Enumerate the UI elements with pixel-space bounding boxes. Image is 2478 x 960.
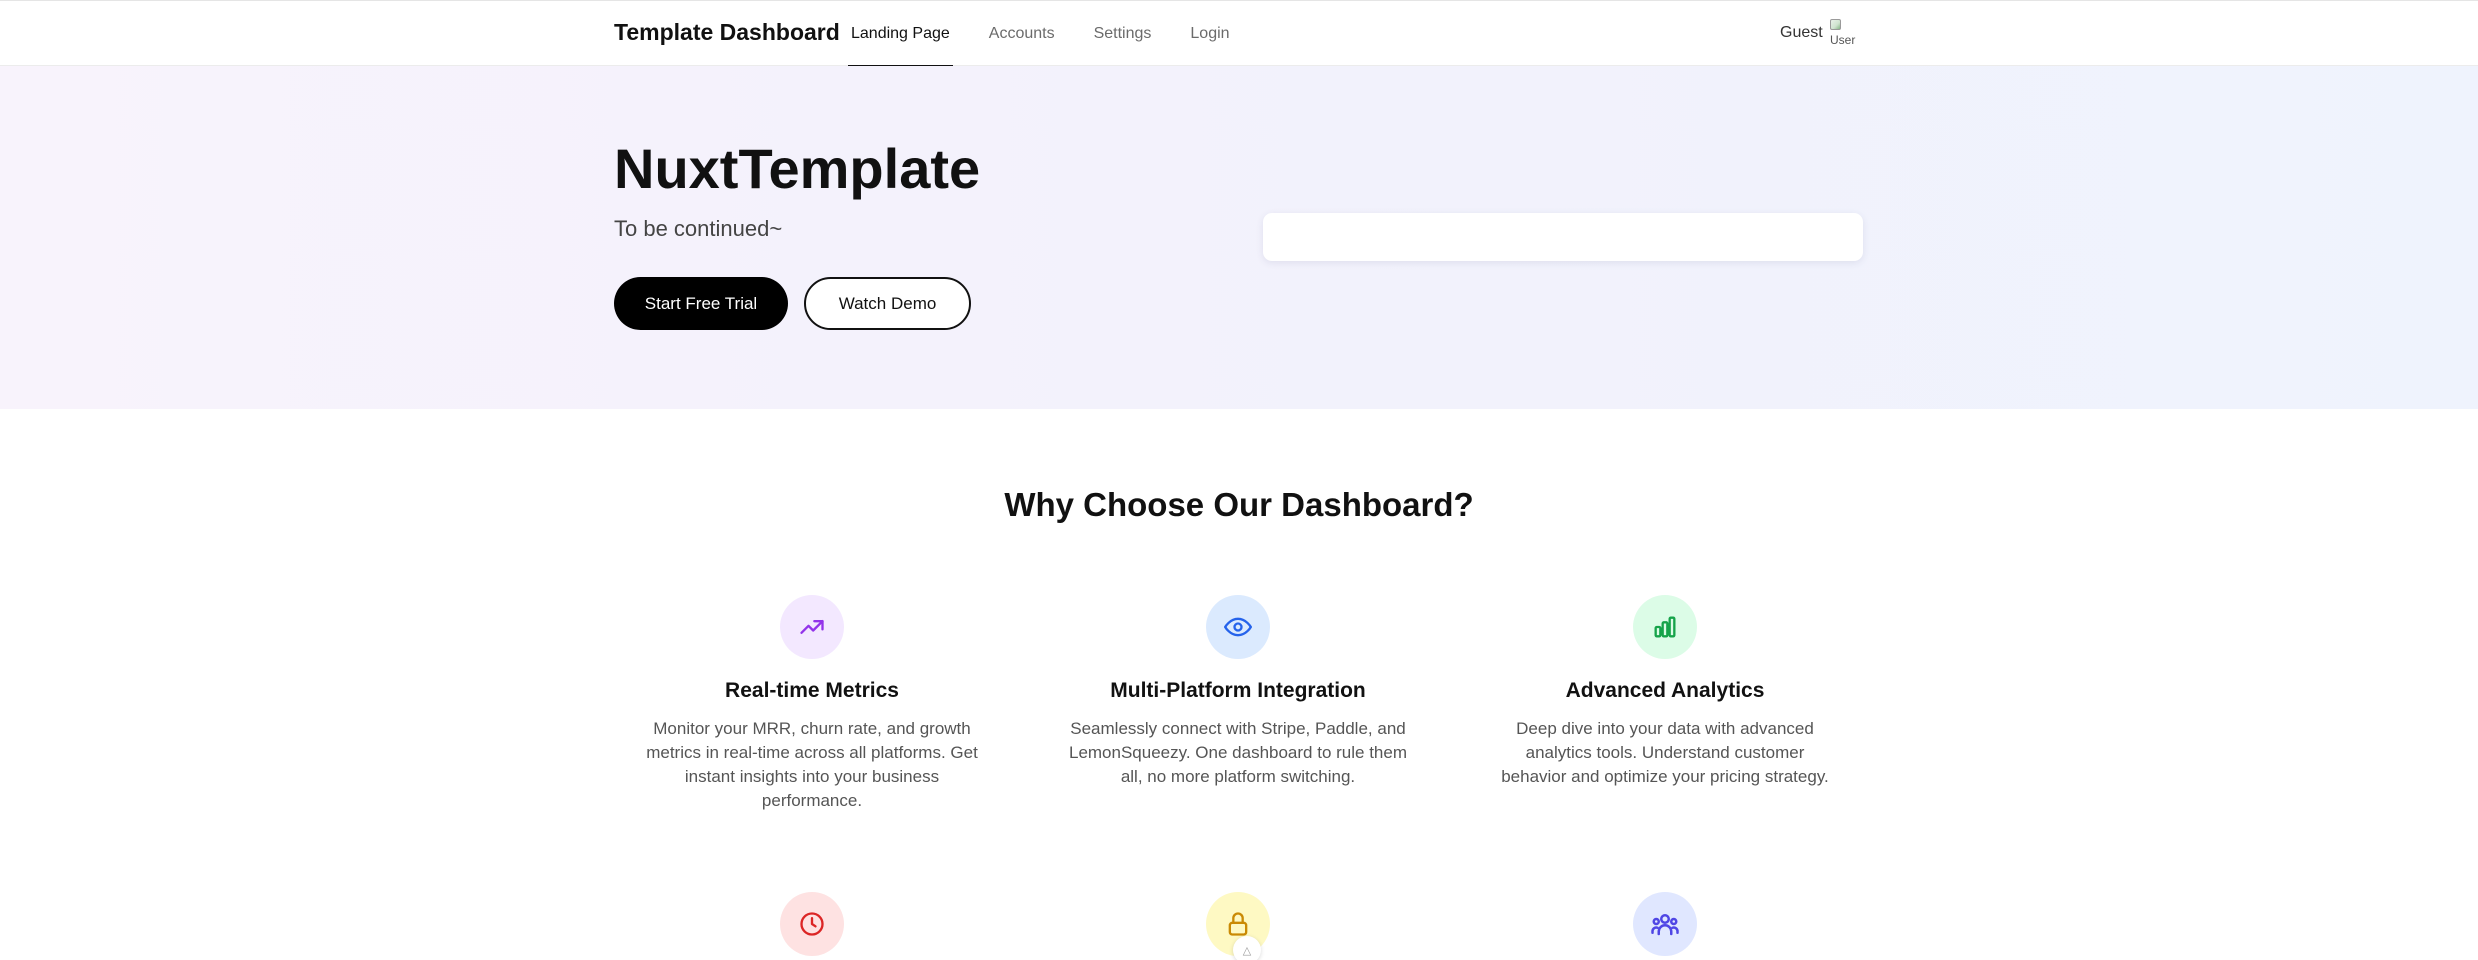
user-name-label: Guest [1780,24,1823,41]
feature-title: Multi-Platform Integration [1110,679,1366,702]
mini-badge-icon[interactable]: △ [1233,936,1261,960]
nav-login[interactable]: Login [1187,1,1232,67]
feature-card-advanced-analytics: Advanced Analytics Deep dive into your d… [1485,595,1845,789]
clock-icon [800,912,824,936]
feature-title: Advanced Analytics [1565,679,1765,702]
features-title: Why Choose Our Dashboard? [1004,486,1474,523]
avatar-alt-text: User [1830,33,1856,47]
feature-icon-wrap [1633,892,1697,956]
users-icon [1651,914,1679,936]
nav-accounts[interactable]: Accounts [986,1,1058,67]
broken-image-icon [1830,19,1841,30]
bar-chart-icon [1654,616,1676,638]
feature-icon-wrap [780,595,844,659]
feature-description: Monitor your MRR, churn rate, and growth… [646,719,978,810]
brand-title[interactable]: Template Dashboard [614,19,840,46]
feature-title: Real-time Metrics [725,679,899,702]
nav-landing-page[interactable]: Landing Page [848,1,953,67]
trending-up-icon [800,620,824,634]
start-free-trial-button[interactable]: Start Free Trial [614,277,788,330]
hero-section: NuxtTemplate To be continued~ Start Free… [0,66,2478,409]
feature-icon-wrap [1206,595,1270,659]
feature-card-multi-platform: Multi-Platform Integration Seamlessly co… [1058,595,1418,789]
nav-settings[interactable]: Settings [1091,1,1155,67]
watch-demo-button[interactable]: Watch Demo [804,277,971,330]
hero-title: NuxtTemplate [614,137,981,200]
feature-description: Deep dive into your data with advanced a… [1501,719,1829,786]
hero-subtitle: To be continued~ [614,216,783,241]
lock-icon [1228,912,1248,936]
feature-description: Seamlessly connect with Stripe, Paddle, … [1068,719,1407,786]
avatar[interactable]: User [1830,19,1862,51]
feature-icon-wrap [1633,595,1697,659]
hero-preview-card [1263,213,1863,261]
feature-icon-wrap [780,892,844,956]
main-nav: Landing Page Accounts Settings Login [848,1,1266,67]
top-navbar: Template Dashboard Landing Page Accounts… [0,0,2478,67]
eye-icon [1224,617,1252,637]
feature-card-realtime-metrics: Real-time Metrics Monitor your MRR, chur… [632,595,992,813]
